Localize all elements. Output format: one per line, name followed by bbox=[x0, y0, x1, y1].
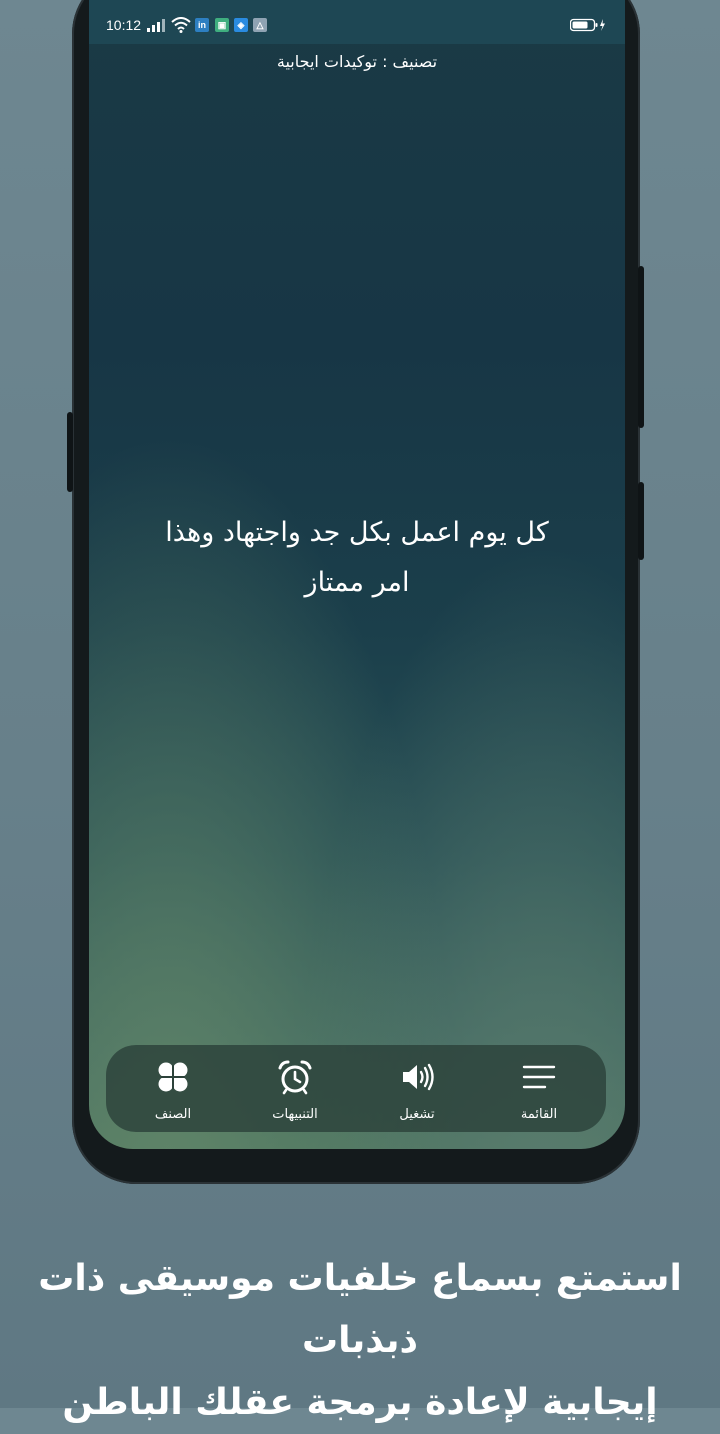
promo-caption-line-2: إيجابية لإعادة برمجة عقلك الباطن bbox=[62, 1382, 658, 1423]
clover-icon bbox=[158, 1062, 188, 1092]
app-icon: ◈ bbox=[234, 18, 248, 32]
app-screen: 10:12 in ▣ ◈ △ تصنيف : توكيدات ايجابية ك… bbox=[89, 0, 625, 1149]
affirmation-line-2: امر ممتاز bbox=[304, 567, 410, 598]
nav-label-menu: القائمة bbox=[520, 1107, 558, 1122]
nav-item-category[interactable]: الصنف bbox=[128, 1045, 218, 1132]
bottom-navigation: الصنف التنبيهات تشغيل القائمة bbox=[106, 1045, 606, 1132]
nav-label-alarms: التنبيهات bbox=[272, 1107, 318, 1122]
wifi-icon bbox=[171, 17, 191, 33]
category-label: تصنيف : توكيدات ايجابية bbox=[276, 52, 438, 71]
promo-caption-line-1: استمتع بسماع خلفيات موسيقى ذات ذبذبات bbox=[38, 1258, 682, 1361]
promo-caption: استمتع بسماع خلفيات موسيقى ذات ذبذبات إي… bbox=[0, 1248, 720, 1434]
speaker-icon bbox=[403, 1063, 434, 1091]
linkedin-icon: in bbox=[195, 18, 209, 32]
status-time: 10:12 bbox=[106, 17, 142, 33]
nav-label-category: الصنف bbox=[154, 1107, 192, 1122]
nav-item-play[interactable]: تشغيل bbox=[372, 1045, 462, 1132]
app-icon: △ bbox=[253, 18, 267, 32]
status-bar: 10:12 in ▣ ◈ △ bbox=[89, 0, 625, 44]
affirmation-text: كل يوم اعمل بكل جد واجتهاد وهذا امر ممتا… bbox=[109, 508, 605, 608]
side-button-right-top bbox=[638, 266, 644, 428]
battery-charging-icon bbox=[570, 18, 605, 32]
affirmation-line-1: كل يوم اعمل بكل جد واجتهاد وهذا bbox=[165, 517, 549, 548]
nav-item-menu[interactable]: القائمة bbox=[494, 1045, 584, 1132]
volume-button-left bbox=[67, 412, 73, 492]
nav-label-play: تشغيل bbox=[399, 1107, 435, 1122]
nav-item-alarms[interactable]: التنبيهات bbox=[250, 1045, 340, 1132]
side-button-right-bottom bbox=[638, 482, 644, 560]
app-icon: ▣ bbox=[215, 18, 229, 32]
menu-icon bbox=[522, 1065, 556, 1089]
signal-icon bbox=[147, 19, 165, 32]
alarm-clock-icon bbox=[278, 1060, 312, 1095]
